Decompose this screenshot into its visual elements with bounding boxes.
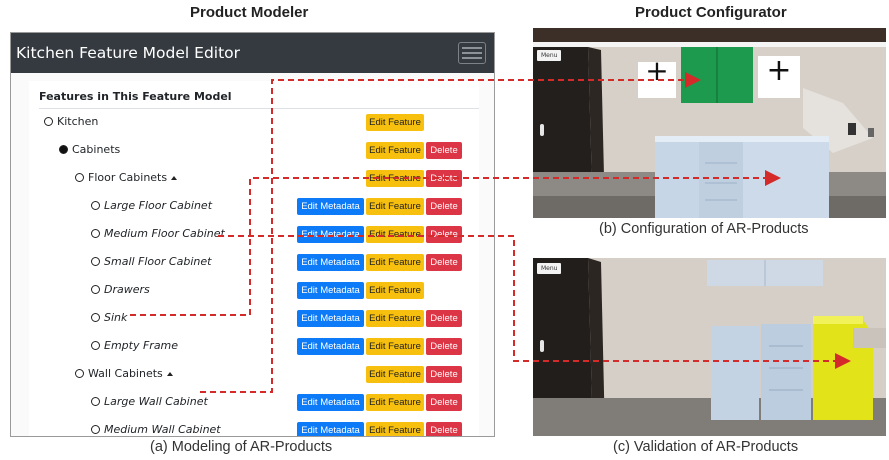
edit-feature-button[interactable]: Edit Feature <box>366 142 424 159</box>
feature-label[interactable]: Large Floor Cabinet <box>91 199 212 212</box>
product-modeler-heading: Product Modeler <box>190 4 309 21</box>
card-divider <box>39 108 479 109</box>
feature-row-cabinets: Cabinets Edit Feature Delete <box>11 141 494 161</box>
edit-metadata-button[interactable]: Edit Metadata <box>297 338 364 355</box>
edit-metadata-button[interactable]: Edit Metadata <box>297 394 364 411</box>
radio-icon <box>75 369 84 378</box>
radio-icon <box>91 257 100 266</box>
add-item-icon[interactable]: + <box>763 55 795 87</box>
feature-row-floor-cabinets: Floor Cabinets Edit Feature Delete <box>11 169 494 189</box>
feature-label[interactable]: Empty Frame <box>91 339 178 352</box>
delete-button[interactable]: Delete <box>426 394 462 411</box>
product-configurator-heading: Product Configurator <box>635 4 787 21</box>
edit-feature-button[interactable]: Edit Feature <box>366 338 424 355</box>
radio-icon <box>91 397 100 406</box>
edit-feature-button[interactable]: Edit Feature <box>366 366 424 383</box>
feature-label[interactable]: Floor Cabinets <box>75 171 178 184</box>
feature-label[interactable]: Medium Wall Cabinet <box>91 423 221 436</box>
feature-label[interactable]: Sink <box>91 311 127 324</box>
app-title: Kitchen Feature Model Editor <box>16 44 241 62</box>
feature-label[interactable]: Medium Floor Cabinet <box>91 227 225 240</box>
delete-button[interactable]: Delete <box>426 366 462 383</box>
feature-row-empty-frame: Empty Frame Edit Metadata Edit Feature D… <box>11 337 494 357</box>
feature-label[interactable]: Wall Cabinets <box>75 367 173 380</box>
delete-button[interactable]: Delete <box>426 142 462 159</box>
edit-feature-button[interactable]: Edit Feature <box>366 114 424 131</box>
feature-label[interactable]: Large Wall Cabinet <box>91 395 208 408</box>
edit-feature-button[interactable]: Edit Feature <box>366 282 424 299</box>
edit-feature-button[interactable]: Edit Feature <box>366 254 424 271</box>
radio-icon <box>75 173 84 182</box>
delete-button[interactable]: Delete <box>426 170 462 187</box>
delete-button[interactable]: Delete <box>426 338 462 355</box>
delete-button[interactable]: Delete <box>426 254 462 271</box>
delete-button[interactable]: Delete <box>426 422 462 436</box>
radio-icon <box>91 425 100 434</box>
feature-row-drawers: Drawers Edit Metadata Edit Feature <box>11 281 494 301</box>
edit-metadata-button[interactable]: Edit Metadata <box>297 254 364 271</box>
edit-metadata-button[interactable]: Edit Metadata <box>297 226 364 243</box>
caption-validation: (c) Validation of AR-Products <box>613 439 799 455</box>
edit-feature-button[interactable]: Edit Feature <box>366 394 424 411</box>
caret-up-icon[interactable] <box>166 371 173 376</box>
radio-icon <box>91 313 100 322</box>
feature-row-medium-wall-cabinet: Medium Wall Cabinet Edit Metadata Edit F… <box>11 421 494 436</box>
caret-up-icon[interactable] <box>171 175 178 180</box>
edit-feature-button[interactable]: Edit Feature <box>366 422 424 436</box>
feature-row-wall-cabinets: Wall Cabinets Edit Feature Delete <box>11 365 494 385</box>
feature-row-sink: Sink Edit Metadata Edit Feature Delete <box>11 309 494 329</box>
radio-icon <box>44 117 53 126</box>
edit-metadata-button[interactable]: Edit Metadata <box>297 282 364 299</box>
edit-feature-button[interactable]: Edit Feature <box>366 170 424 187</box>
radio-icon <box>91 341 100 350</box>
feature-row-large-wall-cabinet: Large Wall Cabinet Edit Metadata Edit Fe… <box>11 393 494 413</box>
caption-configuration: (b) Configuration of AR-Products <box>599 221 809 237</box>
ar-configuration-view: Menu + + <box>533 28 886 218</box>
edit-metadata-button[interactable]: Edit Metadata <box>297 198 364 215</box>
ar-configuration-scene <box>533 28 886 218</box>
edit-feature-button[interactable]: Edit Feature <box>366 198 424 215</box>
feature-row-large-floor-cabinet: Large Floor Cabinet Edit Metadata Edit F… <box>11 197 494 217</box>
radio-icon <box>91 201 100 210</box>
feature-label[interactable]: Drawers <box>91 283 150 296</box>
delete-button[interactable]: Delete <box>426 226 462 243</box>
edit-feature-button[interactable]: Edit Feature <box>366 310 424 327</box>
feature-row-medium-floor-cabinet: Medium Floor Cabinet Edit Metadata Edit … <box>11 225 494 245</box>
delete-button[interactable]: Delete <box>426 310 462 327</box>
feature-label[interactable]: Kitchen <box>44 115 98 128</box>
ar-validation-scene <box>533 258 886 436</box>
edit-metadata-button[interactable]: Edit Metadata <box>297 310 364 327</box>
feature-row-small-floor-cabinet: Small Floor Cabinet Edit Metadata Edit F… <box>11 253 494 273</box>
hamburger-menu-icon[interactable] <box>458 42 486 64</box>
radio-icon <box>91 285 100 294</box>
delete-button[interactable]: Delete <box>426 198 462 215</box>
menu-button[interactable]: Menu <box>537 263 562 274</box>
add-item-icon[interactable]: + <box>642 56 672 86</box>
feature-label[interactable]: Small Floor Cabinet <box>91 255 211 268</box>
feature-row-kitchen: Kitchen Edit Feature <box>11 113 494 133</box>
edit-feature-button[interactable]: Edit Feature <box>366 226 424 243</box>
ar-validation-view: Menu <box>533 258 886 436</box>
edit-metadata-button[interactable]: Edit Metadata <box>297 422 364 436</box>
feature-label[interactable]: Cabinets <box>59 143 120 156</box>
feature-model-editor: Kitchen Feature Model Editor Features in… <box>10 32 495 437</box>
caption-modeling: (a) Modeling of AR-Products <box>150 439 333 455</box>
editor-navbar: Kitchen Feature Model Editor <box>11 33 494 73</box>
menu-button[interactable]: Menu <box>537 50 562 61</box>
editor-body: Features in This Feature Model Kitchen E… <box>11 73 494 436</box>
radio-icon <box>91 229 100 238</box>
radio-selected-icon <box>59 145 68 154</box>
card-title: Features in This Feature Model <box>39 90 232 103</box>
